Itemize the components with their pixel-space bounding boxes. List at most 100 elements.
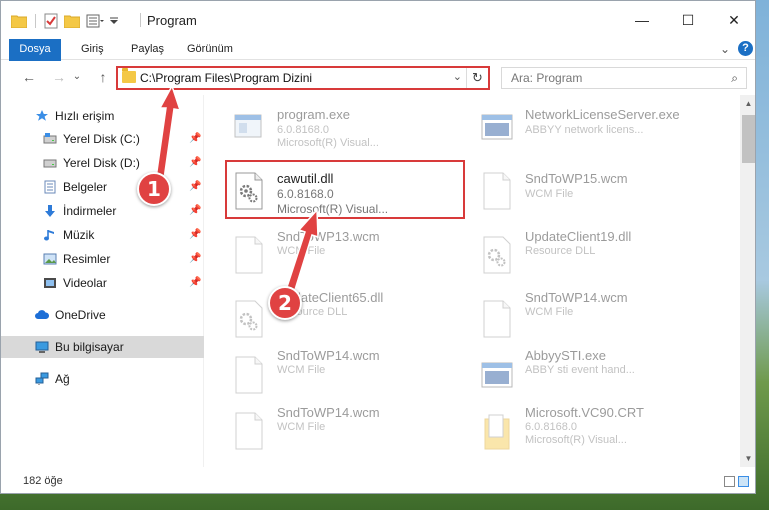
drive-icon [43,133,57,144]
sidebar-item-network[interactable]: Ağ [1,368,204,390]
refresh-button[interactable]: ↻ [466,68,488,88]
item-count: 182 öğe [23,475,63,487]
file-meta: WCM File [277,245,326,257]
tab-view[interactable]: Görünüm [177,39,243,60]
file-item[interactable]: UpdateClient65.dll Resource DLL [205,287,455,345]
sidebar-item-quick-access[interactable]: Hızlı erişim [1,105,204,127]
search-icon[interactable]: ⌕ [731,71,738,86]
sidebar-item-pictures[interactable]: Resimler 📌 [1,248,204,270]
sidebar-item-videos[interactable]: Videolar 📌 [1,272,204,294]
file-item[interactable]: UpdateClient19.dll Resource DLL [453,223,703,281]
highlight-box [225,160,465,219]
up-button[interactable]: ↑ [93,67,113,87]
videos-icon [44,278,56,288]
file-item[interactable]: SndToWP14.wcm WCM File [205,399,455,457]
cloud-icon [35,310,49,319]
step-1-badge: 1 [137,172,171,206]
file-meta: Microsoft(R) Visual... [277,137,379,149]
tab-home[interactable]: Giriş [71,39,114,60]
scroll-down-icon[interactable]: ▼ [740,450,755,467]
file-name: AbbyySTI.exe [525,348,606,363]
sidebar-item-label: Yerel Disk (D:) [63,156,140,170]
vertical-scrollbar[interactable]: ▲ ▼ [740,95,755,467]
folder-doc-icon [484,414,510,450]
file-item[interactable]: SndToWP14.wcm WCM File [205,343,455,401]
chevron-down-icon[interactable]: ⌄ [453,70,462,83]
sidebar-item-this-pc[interactable]: Bu bilgisayar [1,336,204,358]
ribbon-right-controls: ⌄ ? [720,41,753,56]
help-icon[interactable]: ? [738,41,753,56]
address-path[interactable]: C:\Program Files\Program Dizini [140,71,312,85]
file-item[interactable]: SndToWP14.wcm WCM File [453,287,703,345]
pin-icon[interactable]: 📌 [189,200,201,222]
file-name: Microsoft.VC90.CRT [525,405,644,420]
star-icon [36,110,48,121]
file-name: NetworkLicenseServer.exe [525,107,680,122]
back-button[interactable]: ← [19,67,39,87]
pin-icon[interactable]: 📌 [189,272,201,294]
sidebar-item-music[interactable]: Müzik 📌 [1,224,204,246]
pin-icon[interactable]: 📌 [189,128,201,150]
file-item[interactable]: program.exe 6.0.8168.0 Microsoft(R) Visu… [205,95,455,153]
title-separator [140,13,141,27]
file-meta: WCM File [525,188,574,200]
file-meta: Microsoft(R) Visual... [525,434,627,446]
file-list: program.exe 6.0.8168.0 Microsoft(R) Visu… [205,95,740,467]
sidebar-item-local-disk-d[interactable]: Yerel Disk (D:) 📌 [1,152,204,174]
file-item[interactable]: Microsoft.VC90.CRT 6.0.8168.0 Microsoft(… [453,399,703,457]
tiles-view-icon[interactable] [738,476,749,487]
close-button[interactable]: ✕ [711,1,755,39]
view-toggle [724,476,749,487]
pin-icon[interactable]: 📌 [189,224,201,246]
sidebar-item-label: OneDrive [55,308,106,322]
scrollbar-thumb[interactable] [742,115,755,163]
details-view-icon[interactable] [724,476,735,487]
sidebar-item-documents[interactable]: Belgeler 📌 [1,176,204,198]
forward-button[interactable]: → [49,67,69,87]
expand-ribbon-icon[interactable]: ⌄ [720,42,730,56]
pin-icon[interactable]: 📌 [189,176,201,198]
download-icon [45,205,55,217]
properties-icon[interactable] [44,13,58,29]
sidebar-item-label: Videolar [63,276,107,290]
new-folder-icon[interactable] [64,14,80,28]
sidebar-item-local-disk-c[interactable]: Yerel Disk (C:) 📌 [1,128,204,150]
pin-icon[interactable]: 📌 [189,152,201,174]
step-2-badge: 2 [268,286,302,320]
chevron-down-icon[interactable] [110,17,118,25]
toolbar-separator [35,14,36,28]
file-item[interactable]: SndToWP13.wcm WCM File [205,223,455,281]
sidebar-item-label: Ağ [55,372,70,386]
minimize-button[interactable]: — [619,1,665,39]
search-input[interactable]: Ara: Program ⌕ [501,67,747,89]
maximize-button[interactable]: ☐ [665,1,711,39]
pin-icon[interactable]: 📌 [189,248,201,270]
tab-share[interactable]: Paylaş [121,39,174,60]
ribbon-tabs: Dosya Giriş Paylaş Görünüm ⌄ ? [1,39,755,97]
folder-icon [122,68,136,83]
computer-icon [35,341,49,353]
title-bar: Program — ☐ ✕ [1,1,755,39]
file-name: program.exe [277,107,350,122]
pictures-icon [43,253,57,265]
blank-file-icon [235,236,263,274]
music-icon [44,230,54,241]
sidebar-item-label: Resimler [63,252,111,266]
sidebar-item-downloads[interactable]: İndirmeler 📌 [1,200,204,222]
file-name: SndToWP14.wcm [525,290,628,305]
customize-view-icon[interactable] [86,14,104,28]
sidebar-item-label: Bu bilgisayar [55,340,124,354]
sidebar-item-onedrive[interactable]: OneDrive [1,304,204,326]
navigation-bar: ← → ⌄ ↑ C:\Program Files\Program Dizini … [1,61,755,95]
file-meta: WCM File [525,306,574,318]
network-icon [35,372,49,385]
file-item[interactable]: NetworkLicenseServer.exe ABBYY network l… [453,95,703,153]
drive-icon [43,159,57,168]
recent-locations-button[interactable]: ⌄ [71,67,83,87]
file-item[interactable]: AbbyySTI.exe ABBY sti event hand... [453,343,703,401]
address-bar[interactable]: C:\Program Files\Program Dizini ⌄ ↻ [116,66,490,90]
blank-file-icon [235,412,263,450]
exe-icon [234,114,262,138]
scroll-up-icon[interactable]: ▲ [740,95,755,112]
file-item[interactable]: SndToWP15.wcm WCM File [453,159,703,217]
